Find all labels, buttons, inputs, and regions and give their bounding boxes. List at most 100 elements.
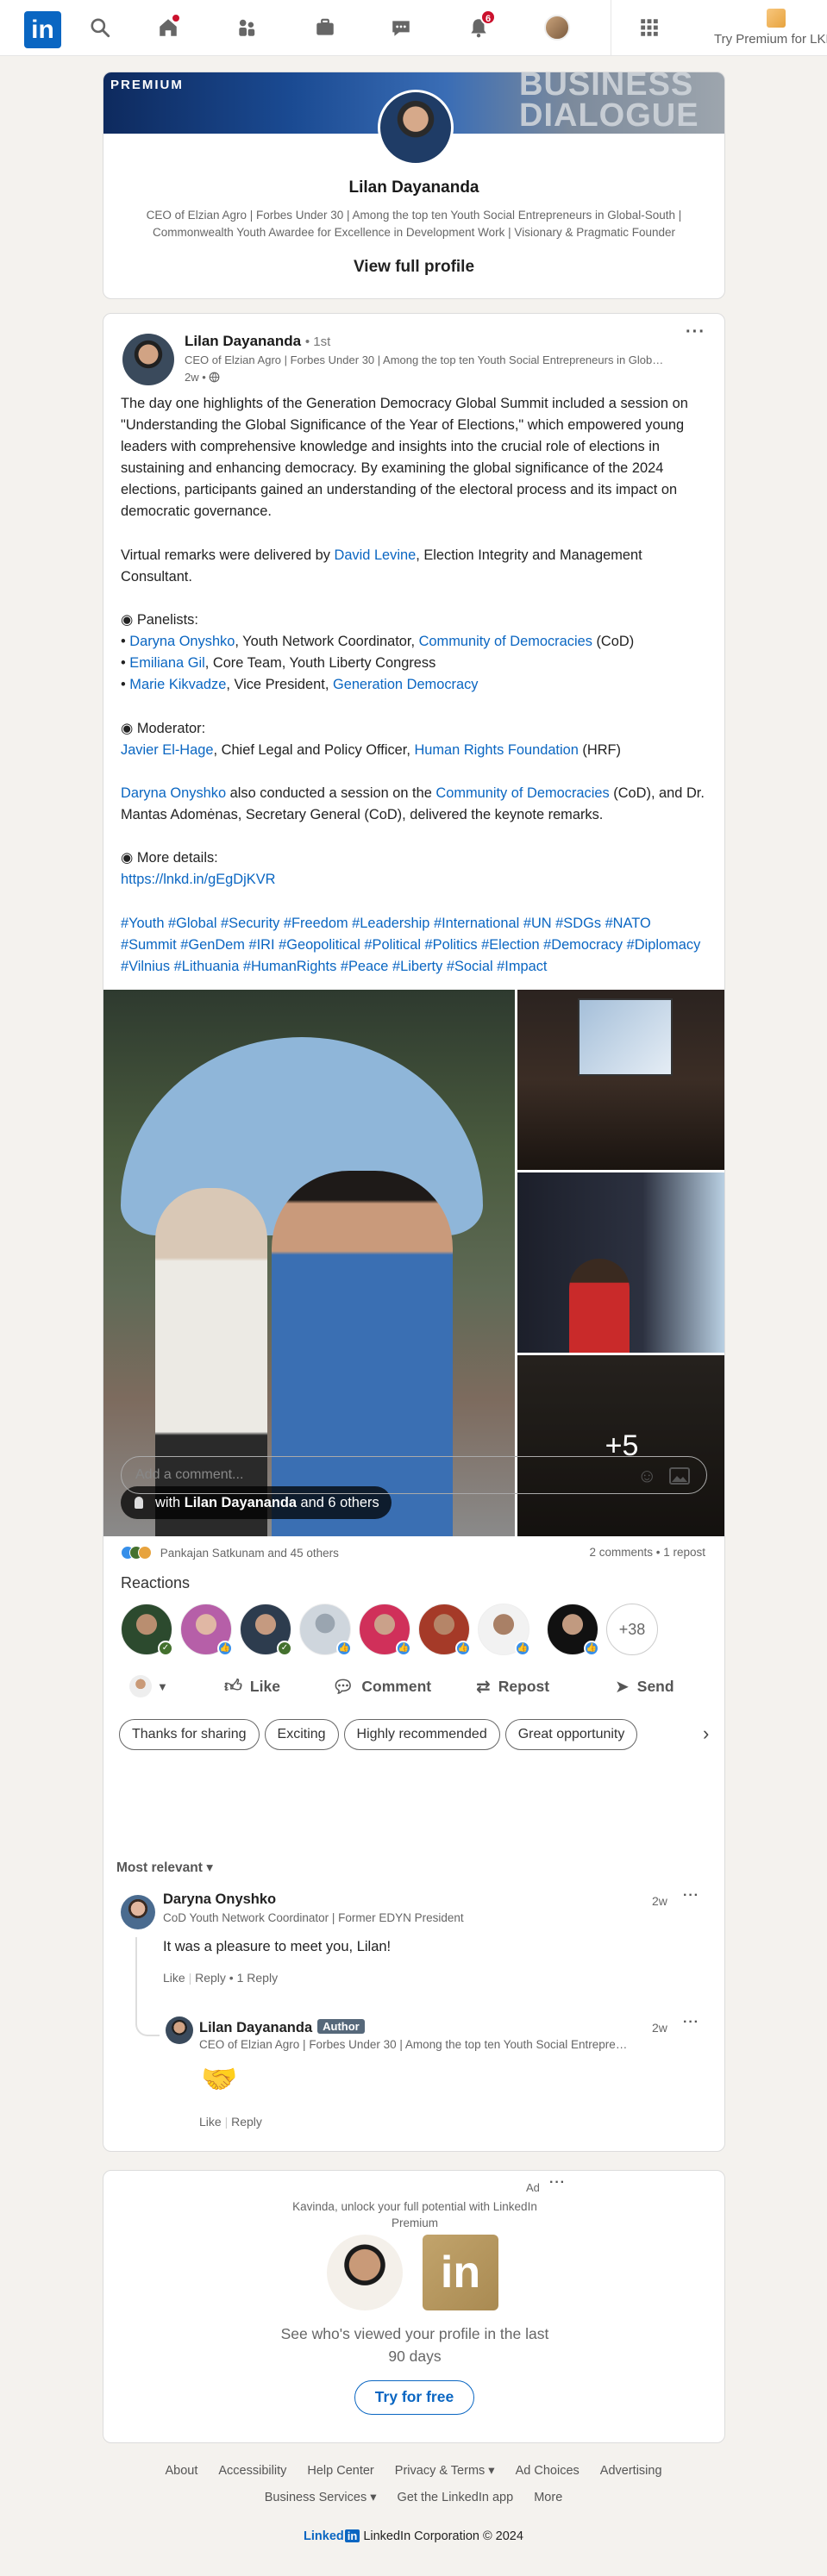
emoji-icon[interactable]: ☺: [637, 1465, 656, 1487]
commenter-name[interactable]: Daryna Onyshko: [163, 1891, 276, 1908]
jobs-icon[interactable]: [310, 12, 341, 43]
reactor-avatar[interactable]: 👍: [478, 1604, 530, 1656]
suggestion-chip[interactable]: Exciting: [264, 1719, 339, 1750]
footer-link[interactable]: Ad Choices: [516, 2464, 580, 2478]
mention-community-of-democracies[interactable]: Community of Democracies: [419, 634, 592, 649]
footer-link[interactable]: Advertising: [600, 2464, 662, 2478]
reactions-heading: Reactions: [121, 1574, 191, 1591]
reply-like-link[interactable]: Like: [199, 2115, 222, 2129]
photo-thumb-1[interactable]: [517, 990, 724, 1170]
premium-banner-label: PREMIUM: [110, 78, 184, 92]
footer-row2: Business Services ▾ Get the LinkedIn app…: [0, 2491, 827, 2504]
photo-thumb-2[interactable]: [517, 1172, 724, 1353]
messaging-icon[interactable]: [385, 12, 417, 43]
mention-human-rights-foundation[interactable]: Human Rights Foundation: [414, 742, 578, 758]
home-notification-dot: [171, 13, 181, 23]
repost-button[interactable]: ⇄ Repost: [476, 1666, 549, 1707]
suggested-replies: Thanks for sharing Exciting Highly recomme…: [119, 1719, 714, 1752]
comment-input[interactable]: Add a comment...: [121, 1456, 707, 1494]
try-for-free-button[interactable]: Try for free: [354, 2380, 474, 2415]
reply-meta: Like | Reply: [199, 2115, 262, 2129]
comment-icon: 💬︎: [332, 1677, 354, 1697]
more-reactors-button[interactable]: +38: [606, 1604, 658, 1655]
mention-david-levine[interactable]: David Levine: [334, 547, 416, 563]
top-navigation: in 6 Try Premium for LKR: [0, 0, 827, 56]
insightful-reaction-icon: [138, 1546, 152, 1560]
comment-more-icon[interactable]: ···: [683, 1888, 699, 1904]
post-hashtags[interactable]: #Youth #Global #Security #Freedom #Leade…: [121, 913, 705, 978]
reactor-avatar[interactable]: ✓: [121, 1604, 173, 1656]
globe-icon: [210, 372, 220, 383]
comment-replies-count[interactable]: 1 Reply: [237, 1971, 278, 1985]
more-photos-count[interactable]: +5: [517, 1355, 724, 1536]
suggestion-chip[interactable]: Highly recommended: [343, 1719, 500, 1750]
mention-emiliana-gil[interactable]: Emiliana Gil: [129, 655, 204, 671]
footer-link[interactable]: Get the LinkedIn app: [398, 2491, 514, 2504]
reactor-avatar[interactable]: 👍: [299, 1604, 352, 1656]
suggestion-chip[interactable]: Great opportunity: [504, 1719, 638, 1750]
reactor-avatar[interactable]: 👍: [418, 1604, 471, 1656]
footer-link[interactable]: Help Center: [307, 2464, 373, 2478]
reply-author-name[interactable]: Lilan Dayananda: [199, 2020, 312, 2035]
ad-label: Ad: [526, 2181, 540, 2194]
comment-like-link[interactable]: Like: [163, 1971, 185, 1985]
footer-copyright: LinkedIn Corporation © 2024: [363, 2529, 523, 2543]
commenter-avatar[interactable]: [121, 1895, 155, 1929]
send-button[interactable]: ➤ Send: [615, 1666, 674, 1707]
sort-dropdown[interactable]: Most relevant ▾: [116, 1860, 213, 1876]
reply-more-icon[interactable]: ···: [683, 2015, 699, 2030]
ad-line1: Kavinda, unlock your full potential with…: [292, 2200, 537, 2213]
my-network-icon[interactable]: [231, 12, 262, 43]
post-author-name[interactable]: Lilan Dayananda: [185, 333, 301, 349]
suggestion-chip[interactable]: Thanks for sharing: [119, 1719, 260, 1750]
reactor-avatar[interactable]: 👍: [547, 1604, 599, 1656]
repost-icon: ⇄: [476, 1677, 491, 1697]
reactor-avatar[interactable]: ✓: [240, 1604, 292, 1656]
post-image-gallery[interactable]: with Lilan Dayananda and 6 others +5: [103, 990, 724, 1536]
footer-link[interactable]: About: [165, 2464, 197, 2478]
footer-link[interactable]: More: [534, 2491, 562, 2504]
photo-thumb-3[interactable]: +5: [517, 1355, 724, 1536]
footer-link[interactable]: Business Services ▾: [265, 2491, 377, 2504]
footer-link[interactable]: Accessibility: [218, 2464, 286, 2478]
notifications-bell-icon[interactable]: 6: [463, 9, 496, 43]
home-icon[interactable]: [153, 12, 184, 43]
profile-name[interactable]: Lilan Dayananda: [103, 178, 724, 197]
post-more-options-icon[interactable]: ···: [686, 322, 705, 342]
me-avatar[interactable]: [542, 12, 573, 43]
footer-link[interactable]: Privacy & Terms ▾: [395, 2464, 495, 2478]
main-photo[interactable]: with Lilan Dayananda and 6 others: [103, 990, 515, 1536]
moderator-heading: Moderator:: [136, 721, 206, 736]
ad-more-icon[interactable]: ···: [549, 2175, 566, 2191]
work-grid-icon[interactable]: [634, 12, 665, 43]
linkedin-logo-icon[interactable]: in: [24, 11, 61, 48]
search-icon[interactable]: [85, 12, 116, 43]
reply-author-avatar[interactable]: [166, 2016, 193, 2044]
mention-generation-democracy[interactable]: Generation Democracy: [333, 677, 479, 692]
mention-community-of-democracies-2[interactable]: Community of Democracies: [435, 785, 609, 801]
comment-label: Comment: [361, 1677, 432, 1695]
reactor-avatar[interactable]: 👍: [359, 1604, 411, 1656]
mention-javier-el-hage[interactable]: Javier El-Hage: [121, 742, 214, 758]
details-link[interactable]: https://lnkd.in/gEgDjKVR: [121, 872, 275, 887]
image-upload-icon[interactable]: [669, 1467, 690, 1489]
reactor-avatar[interactable]: 👍: [180, 1604, 233, 1656]
comment-reply-link[interactable]: Reply: [195, 1971, 226, 1985]
post-author-avatar[interactable]: [122, 334, 174, 385]
reaction-picker[interactable]: ▼: [129, 1666, 168, 1707]
mention-marie-kikvadze[interactable]: Marie Kikvadze: [129, 677, 226, 692]
mention-daryna-onyshko-2[interactable]: Daryna Onyshko: [121, 785, 226, 801]
reply-reply-link[interactable]: Reply: [231, 2115, 262, 2129]
profile-avatar[interactable]: [378, 90, 454, 166]
comments-reposts-count[interactable]: 2 comments • 1 repost: [589, 1546, 705, 1559]
footer-in-logo-icon: in: [344, 2529, 360, 2542]
try-premium-link[interactable]: Try Premium for LKR: [712, 9, 827, 50]
view-full-profile-button[interactable]: View full profile: [103, 258, 724, 277]
chevron-right-icon[interactable]: ›: [703, 1723, 709, 1745]
like-button[interactable]: 👍︎ Like: [224, 1666, 280, 1707]
post-author-headline: CEO of Elzian Agro | Forbes Under 30 | A…: [185, 353, 667, 366]
banner-brand-text: BUSINESS DIALOGUE: [519, 72, 699, 132]
mention-daryna-onyshko[interactable]: Daryna Onyshko: [129, 634, 235, 649]
reactions-summary[interactable]: Pankajan Satkunam and 45 others: [121, 1546, 339, 1560]
comment-button[interactable]: 💬︎ Comment: [332, 1666, 431, 1707]
